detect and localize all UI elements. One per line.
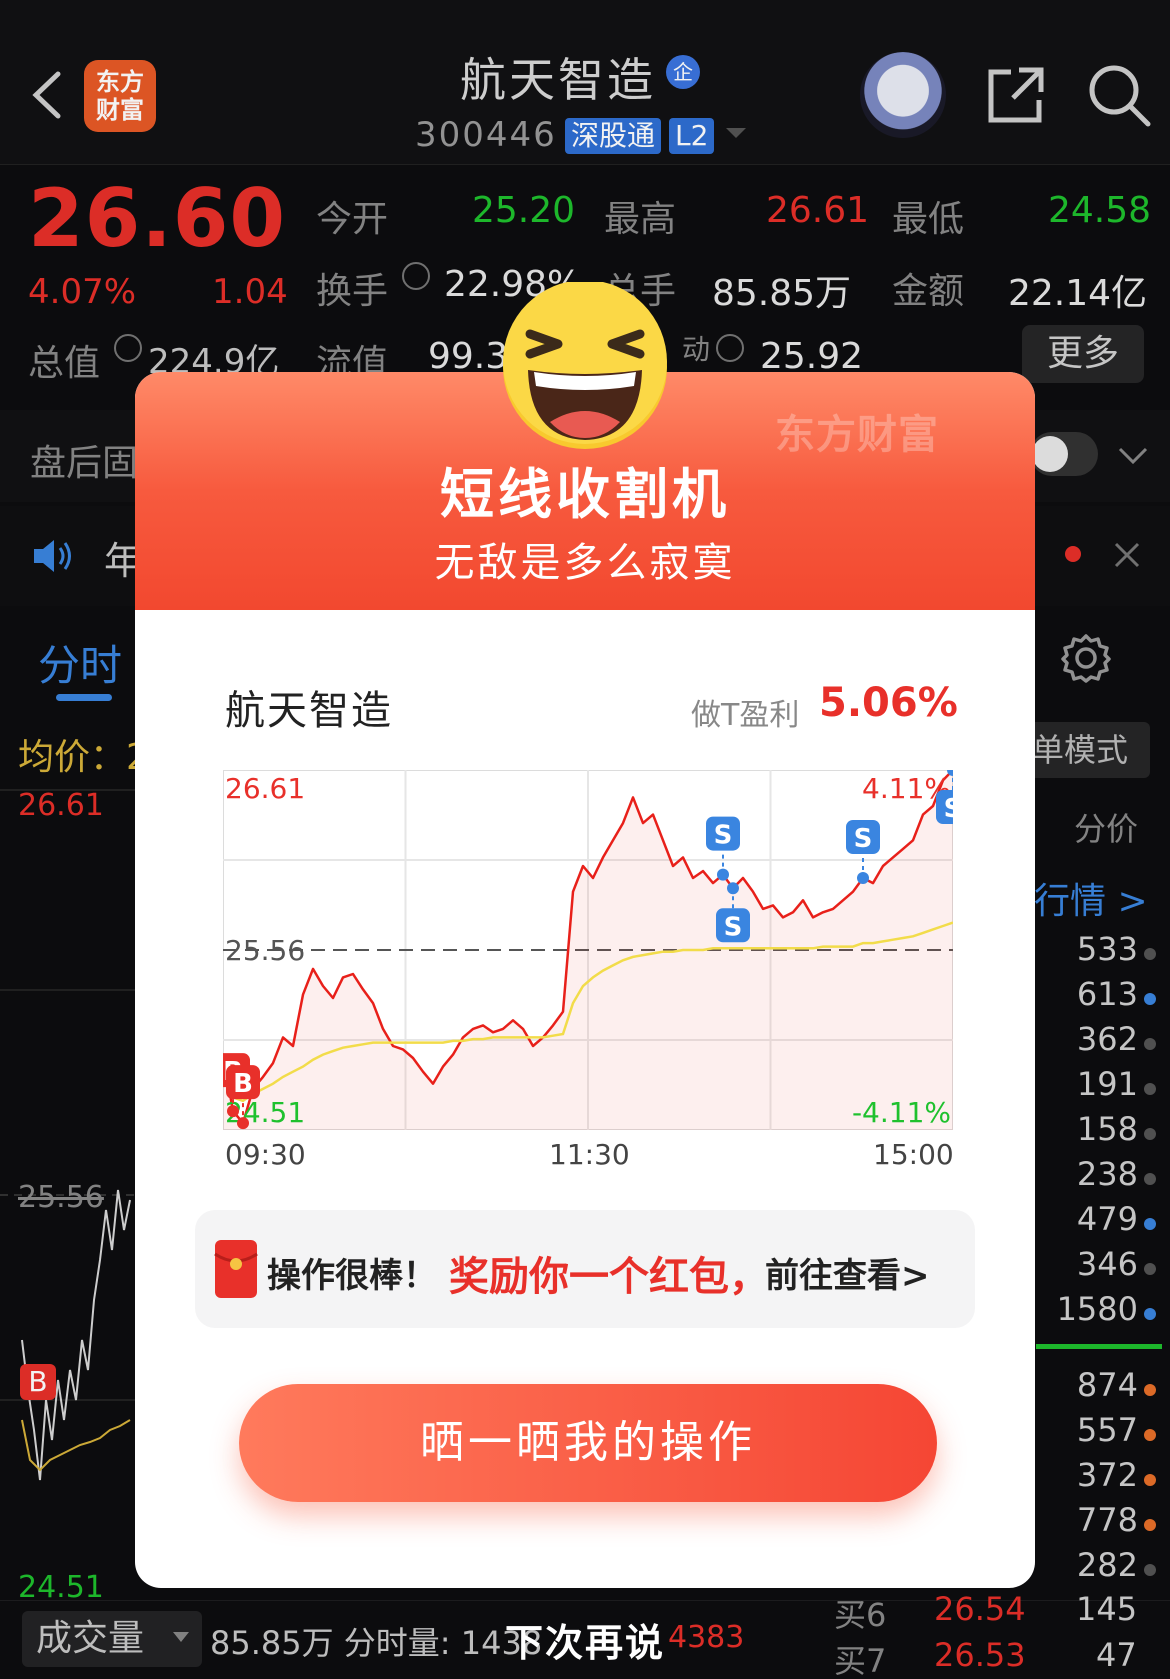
modal-subtitle: 无敌是多么寂寞 (434, 540, 736, 586)
modal-stock-name: 航天智造 (225, 688, 393, 734)
reward-text-highlight: 奖励你一个红包， (449, 1254, 769, 1300)
dismiss-next-time-button[interactable]: 下次再说 (0, 1612, 1170, 1667)
profit-value: 5.06% (819, 680, 958, 726)
chart-mid-label: 25.56 (225, 934, 305, 967)
laughing-emoji-icon (503, 282, 667, 449)
sell-marker-label: S (724, 912, 743, 942)
reward-view-link[interactable]: 前往查看> (765, 1248, 930, 1297)
time-axis: 09:30 11:30 15:00 (225, 1138, 955, 1178)
modal-title: 短线收割机 (440, 463, 730, 526)
buy-marker-label: B (233, 1069, 253, 1099)
time-label-mid: 11:30 (549, 1138, 630, 1171)
red-envelope-icon (214, 1240, 258, 1298)
profit-label: 做T盈利 (691, 698, 800, 733)
share-operation-button[interactable]: 晒一晒我的操作 (239, 1384, 937, 1502)
reward-text-praise: 操作很棒！ (267, 1256, 437, 1296)
time-label-start: 09:30 (225, 1138, 306, 1171)
chart-high-label: 26.61 (225, 772, 305, 805)
chart-pct-low-label: -4.11% (852, 1096, 951, 1129)
sell-marker-label: S (854, 824, 873, 854)
achievement-modal: 东方财富 短线收割机 无敌是多么寂寞 航天智造 做T盈利 5.06% 26.61… (135, 372, 1035, 1588)
sell-marker-label: S (944, 794, 953, 824)
trade-chart: 26.6125.5624.514.11%-4.11%BBSSSS (223, 770, 953, 1130)
sell-marker-label: S (714, 821, 733, 851)
sell-point (727, 882, 739, 895)
time-label-end: 15:00 (873, 1138, 954, 1171)
